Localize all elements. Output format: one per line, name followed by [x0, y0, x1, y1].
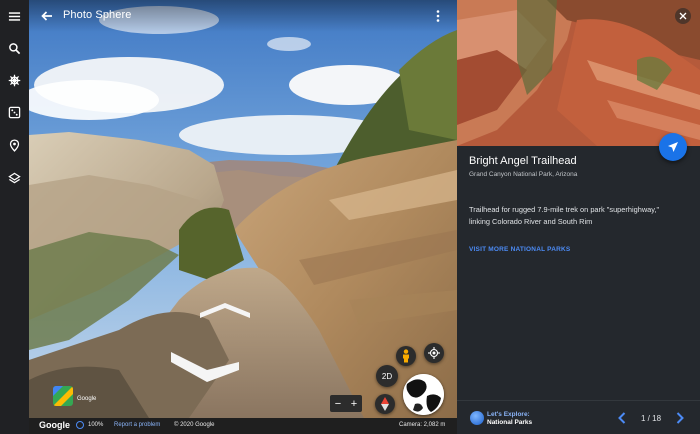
tour-globe-icon	[470, 411, 484, 425]
zoom-out-button[interactable]: −	[335, 398, 341, 410]
my-location-icon	[428, 347, 440, 359]
zoom-controls: − +	[330, 395, 362, 412]
tour-label[interactable]: Let's Explore:	[487, 411, 530, 418]
visit-more-parks-link[interactable]: VISIT MORE NATIONAL PARKS	[469, 246, 570, 253]
pegman-button[interactable]	[396, 346, 416, 366]
close-icon	[679, 12, 687, 20]
info-panel: Bright Angel Trailhead Grand Canyon Nati…	[457, 0, 700, 434]
compass-button[interactable]	[375, 394, 395, 414]
layers-icon[interactable]	[6, 170, 23, 187]
nav-arrow-forward-icon[interactable]	[197, 298, 253, 320]
ship-wheel-icon[interactable]	[6, 72, 23, 89]
search-icon[interactable]	[6, 40, 23, 57]
tour-footer: Let's Explore: National Parks 1 / 18	[457, 400, 700, 434]
close-panel-button[interactable]	[675, 8, 691, 24]
arrow-back-icon[interactable]	[39, 8, 55, 24]
viewer-title: Photo Sphere	[63, 9, 132, 21]
tour-name[interactable]: National Parks	[487, 419, 532, 426]
nav-arrow-back-icon[interactable]	[167, 348, 243, 388]
place-title: Bright Angel Trailhead	[469, 155, 577, 167]
google-wordmark: Google	[39, 420, 70, 430]
view-toggle-2d-button[interactable]: 2D	[376, 365, 398, 387]
more-vert-icon[interactable]	[432, 9, 444, 23]
panorama-image	[29, 0, 457, 418]
send-icon	[668, 142, 678, 152]
camera-altitude: Camera: 2,082 m	[399, 422, 446, 428]
photo-sphere-viewer[interactable]: Photo Sphere Google 2D − +	[29, 0, 457, 418]
zoom-ring-icon	[76, 421, 84, 429]
left-rail	[0, 0, 29, 434]
canyon-photo-image	[457, 0, 700, 146]
compass-icon	[381, 397, 389, 411]
zoom-level: 100%	[88, 422, 104, 428]
globe-view-button[interactable]	[403, 374, 444, 415]
chevron-left-icon[interactable]	[616, 411, 628, 425]
copyright-text: © 2020 Google	[174, 422, 215, 428]
report-problem-link[interactable]: Report a problem	[114, 422, 160, 428]
my-location-button[interactable]	[424, 343, 444, 363]
status-bar: Google 100% Report a problem © 2020 Goog…	[29, 418, 457, 434]
earth-globe-icon	[403, 374, 444, 415]
thumbnail-label: Google	[77, 396, 97, 402]
share-button[interactable]	[659, 133, 687, 161]
place-subtitle: Grand Canyon National Park, Arizona	[469, 171, 578, 178]
pegman-icon	[403, 349, 409, 363]
google-maps-thumbnail-icon[interactable]	[53, 386, 73, 406]
chevron-right-icon[interactable]	[674, 411, 686, 425]
page-counter: 1 / 18	[641, 414, 662, 423]
trailhead-photo	[457, 0, 700, 146]
location-pin-icon[interactable]	[6, 137, 23, 154]
dice-icon[interactable]	[6, 104, 23, 121]
zoom-in-button[interactable]: +	[351, 398, 357, 410]
place-description: Trailhead for rugged 7.9-mile trek on pa…	[469, 205, 660, 226]
menu-icon[interactable]	[6, 8, 23, 25]
